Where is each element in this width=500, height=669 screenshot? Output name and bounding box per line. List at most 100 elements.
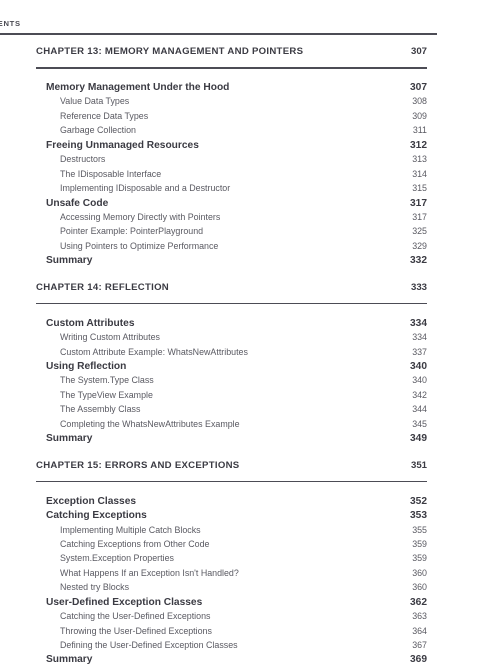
toc-page-number: 314	[412, 168, 427, 179]
toc-page-number: 352	[410, 495, 427, 507]
toc-chapter-title: CHAPTER 13: MEMORY MANAGEMENT AND POINTE…	[36, 46, 304, 57]
toc-section-row[interactable]: Freeing Unmanaged Resources 312	[0, 140, 427, 154]
toc-subsection-title: Accessing Memory Directly with Pointers	[60, 211, 221, 222]
toc-page-number: 363	[412, 611, 427, 622]
toc-page-number: 369	[410, 654, 427, 666]
toc-page-number: 337	[412, 346, 427, 357]
toc-page-number: 313	[412, 154, 427, 165]
toc-subsection-row[interactable]: Catching Exceptions from Other Code 359	[0, 539, 427, 553]
toc-subsection-row[interactable]: Value Data Types 308	[0, 96, 427, 110]
toc-page-number: 340	[410, 361, 427, 372]
toc-page-number: 364	[412, 625, 427, 636]
toc-section-row[interactable]: Summary 369	[0, 654, 427, 668]
toc-page-number: 325	[412, 226, 427, 237]
toc-section-row[interactable]: Exception Classes 352	[0, 496, 427, 510]
toc-subsection-title: System.Exception Properties	[60, 553, 174, 564]
chapter-rule-container	[0, 65, 500, 72]
toc-section-title: Summary	[46, 433, 93, 445]
toc-subsection-title: Completing the WhatsNewAttributes Exampl…	[60, 418, 240, 429]
toc-subsection-row[interactable]: Completing the WhatsNewAttributes Exampl…	[0, 419, 427, 433]
toc-section-title: Exception Classes	[46, 495, 137, 507]
toc-subsection-row[interactable]: Garbage Collection 311	[0, 125, 427, 139]
toc-subsection-title: Value Data Types	[60, 96, 130, 107]
toc-subsection-row[interactable]: The System.Type Class 340	[0, 375, 427, 389]
table-of-contents: CHAPTER 13: MEMORY MANAGEMENT AND POINTE…	[0, 0, 500, 669]
toc-subsection-row[interactable]: Accessing Memory Directly with Pointers 3…	[0, 212, 427, 226]
toc-chapter-page-number: 351	[410, 459, 427, 471]
toc-page-number: 359	[412, 538, 427, 549]
toc-page-number: 317	[412, 211, 427, 222]
toc-subsection-title: Implementing IDisposable and a Destructo…	[60, 183, 231, 194]
toc-subsection-title: Implementing Multiple Catch Blocks	[60, 524, 201, 535]
toc-subsection-row[interactable]: Nested try Blocks 360	[0, 582, 427, 596]
toc-subsection-row[interactable]: Writing Custom Attributes 334	[0, 332, 427, 346]
toc-page-number: 349	[410, 433, 427, 445]
toc-section-title: Unsafe Code	[46, 197, 109, 209]
toc-section-title: User-Defined Exception Classes	[46, 596, 203, 608]
toc-subsection-title: Reference Data Types	[60, 110, 149, 121]
toc-subsection-row[interactable]: Reference Data Types 309	[0, 111, 427, 125]
toc-page-number: 309	[412, 110, 427, 121]
toc-chapter-title: CHAPTER 14: REFLECTION	[36, 281, 170, 293]
toc-subsection-title: Defining the User-Defined Exception Clas…	[60, 640, 238, 650]
toc-page-number: 334	[412, 332, 427, 343]
toc-page-number: 317	[410, 197, 427, 209]
toc-subsection-row[interactable]: Defining the User-Defined Exception Clas…	[0, 640, 427, 654]
toc-section-row[interactable]: Using Reflection 340	[0, 361, 427, 375]
toc-subsection-row[interactable]: The TypeView Example 342	[0, 390, 427, 404]
toc-subsection-row[interactable]: Custom Attribute Example: WhatsNewAttrib…	[0, 347, 427, 361]
toc-subsection-title: Custom Attribute Example: WhatsNewAttrib…	[60, 346, 248, 357]
toc-section-title: Catching Exceptions	[46, 510, 147, 522]
toc-subsection-title: Throwing the User-Defined Exceptions	[60, 625, 212, 636]
toc-subsection-row[interactable]: The IDisposable Interface 314	[0, 169, 427, 183]
toc-chapter-row[interactable]: CHAPTER 15: ERRORS AND EXCEPTIONS 351	[0, 460, 427, 479]
toc-subsection-row[interactable]: The Assembly Class 344	[0, 404, 427, 418]
toc-subsection-title: The System.Type Class	[60, 375, 154, 386]
toc-subsection-title: The TypeView Example	[60, 389, 153, 400]
toc-page-number: 332	[410, 255, 427, 267]
toc-subsection-row[interactable]: Pointer Example: PointerPlayground 325	[0, 226, 427, 240]
toc-section-row[interactable]: Summary 332	[0, 255, 427, 269]
toc-section-row[interactable]: Memory Management Under the Hood 307	[0, 82, 427, 96]
toc-subsection-title: Catching the User-Defined Exceptions	[60, 611, 211, 622]
toc-subsection-row[interactable]: Destructors 313	[0, 154, 427, 168]
toc-section-title: Memory Management Under the Hood	[46, 82, 230, 93]
toc-subsection-row[interactable]: Using Pointers to Optimize Performance 32…	[0, 241, 427, 255]
toc-page-number: 329	[412, 240, 427, 251]
toc-section-row[interactable]: Custom Attributes 334	[0, 318, 427, 332]
toc-subsection-row[interactable]: Implementing Multiple Catch Blocks 355	[0, 525, 427, 539]
toc-subsection-row[interactable]: Catching the User-Defined Exceptions 363	[0, 611, 427, 625]
toc-subsection-title: Writing Custom Attributes	[60, 332, 160, 343]
toc-subsection-row[interactable]: Throwing the User-Defined Exceptions 364	[0, 626, 427, 640]
toc-chapter-page-number: 333	[410, 281, 427, 293]
toc-section-row[interactable]: Unsafe Code 317	[0, 198, 427, 212]
toc-page-number: 308	[412, 96, 427, 107]
chapter-divider-rule	[36, 302, 427, 305]
toc-page-number: 353	[410, 510, 427, 522]
toc-section-row[interactable]: User-Defined Exception Classes 362	[0, 597, 427, 611]
toc-subsection-row[interactable]: System.Exception Properties 359	[0, 553, 427, 567]
toc-page-number: 344	[412, 404, 427, 415]
toc-subsection-title: What Happens If an Exception Isn't Handl…	[60, 567, 239, 578]
toc-subsection-row[interactable]: Implementing IDisposable and a Destructo…	[0, 183, 427, 197]
toc-chapter-row[interactable]: CHAPTER 14: REFLECTION 333	[0, 282, 427, 301]
toc-chapter-row[interactable]: CHAPTER 13: MEMORY MANAGEMENT AND POINTE…	[0, 46, 427, 65]
chapter-divider-rule	[36, 480, 427, 483]
toc-subsection-row[interactable]: What Happens If an Exception Isn't Handl…	[0, 568, 427, 582]
toc-section-row[interactable]: Catching Exceptions 353	[0, 510, 427, 524]
toc-subsection-title: Pointer Example: PointerPlayground	[60, 226, 204, 237]
toc-page-number: 360	[412, 582, 427, 593]
toc-page-number: 315	[412, 183, 427, 194]
toc-chapter-title: CHAPTER 15: ERRORS AND EXCEPTIONS	[36, 459, 240, 471]
toc-page-number: 342	[412, 389, 427, 400]
toc-page-number: 367	[412, 640, 427, 650]
toc-section-row[interactable]: Summary 349	[0, 433, 427, 447]
chapter-rule-container	[0, 301, 500, 308]
toc-page-number: 360	[412, 567, 427, 578]
